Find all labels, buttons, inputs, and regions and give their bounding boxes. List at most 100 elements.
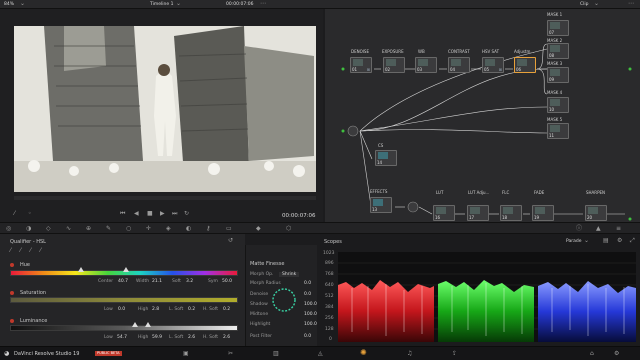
node-editor[interactable]: DENOISE 01 ⊞ EXPOSURE 02 WB 03 CONTRAST 0…	[325, 9, 640, 222]
node-mask-1[interactable]: 07	[547, 20, 569, 36]
reset-icon[interactable]: ↺	[228, 238, 233, 244]
timeline-name[interactable]: Timeline 1	[150, 2, 173, 7]
scrub-bar[interactable]	[14, 196, 316, 200]
gear-icon[interactable]: ⚙	[614, 351, 619, 357]
sat-lsoft-value[interactable]: 0.2	[188, 307, 195, 312]
info-icon[interactable]: ⓘ	[576, 226, 582, 232]
media-page-icon[interactable]: ▣	[183, 351, 189, 357]
matte-value[interactable]: 100.0	[304, 312, 317, 317]
skip-back-icon[interactable]: ⏮	[120, 211, 125, 217]
settings-icon[interactable]: ≡	[616, 226, 621, 232]
node-effects[interactable]: 13	[370, 197, 392, 213]
sat-hsoft-value[interactable]: 0.2	[223, 307, 230, 312]
options-icon[interactable]: ⋯	[260, 1, 266, 7]
stop-icon[interactable]: ■	[147, 211, 153, 217]
eyedropper-icon[interactable]: ⁄	[10, 248, 11, 254]
fusion-page-icon[interactable]: ◬	[318, 351, 323, 357]
tracker-icon[interactable]: ✛	[146, 226, 151, 232]
lum-handle-left[interactable]	[132, 322, 138, 327]
sizing-icon[interactable]: ▭	[226, 226, 232, 232]
key-icon[interactable]: ⚷	[206, 226, 210, 232]
hdr-icon[interactable]: ◇	[46, 226, 51, 232]
lum-handle-right[interactable]	[145, 322, 151, 327]
chevron-down-icon[interactable]: ⌄	[584, 238, 589, 244]
node-mask-5[interactable]: 11	[547, 123, 569, 139]
loop-icon[interactable]: ↻	[184, 211, 189, 217]
node-mask-2[interactable]: 08	[547, 43, 569, 59]
skip-forward-icon[interactable]: ⏭	[172, 211, 177, 217]
scope-mode-select[interactable]: Parade	[566, 239, 582, 244]
node-hsv-sat[interactable]: 05 ⊞	[482, 57, 504, 73]
edit-page-icon[interactable]: ▥	[273, 351, 279, 357]
node-exposure[interactable]: 02	[383, 57, 405, 73]
lum-low-value[interactable]: 54.7	[117, 335, 127, 340]
eyedropper-plus-icon[interactable]: ⁄	[30, 248, 31, 254]
qualifier-icon[interactable]: ✎	[106, 226, 111, 232]
play-reverse-icon[interactable]: ◀	[134, 211, 139, 217]
chevron-down-icon[interactable]: ⌄	[20, 1, 25, 7]
color-warper-icon[interactable]: ⊕	[86, 226, 91, 232]
node-lut-adjust[interactable]: 17	[467, 205, 489, 221]
diamond-icon[interactable]: ◆	[256, 226, 261, 232]
node-flc[interactable]: 18	[500, 205, 522, 221]
node-denoise[interactable]: 01 ⊞	[350, 57, 372, 73]
fairlight-page-icon[interactable]: ♫	[407, 351, 412, 357]
eyedropper-minus-icon[interactable]: ⁄	[20, 248, 21, 254]
home-icon[interactable]: ⌂	[590, 351, 594, 357]
lum-lsoft-value[interactable]: 2.6	[188, 335, 195, 340]
lum-high-value[interactable]: 59.9	[152, 335, 162, 340]
node-lut[interactable]: 16	[433, 205, 455, 221]
lum-hsoft-value[interactable]: 2.6	[223, 335, 230, 340]
expand-icon[interactable]: ⤢	[630, 238, 635, 244]
enable-toggle[interactable]	[10, 291, 14, 295]
saturation-slider[interactable]	[10, 297, 238, 303]
node-wb[interactable]: 03	[415, 57, 437, 73]
wand-icon[interactable]: ⁄	[14, 211, 15, 217]
pointer-icon[interactable]: ◦	[28, 211, 32, 217]
magic-mask-icon[interactable]: ◈	[166, 226, 171, 232]
chevron-down-icon[interactable]: ⌄	[594, 1, 599, 7]
matte-value[interactable]: 100.0	[304, 322, 317, 327]
3d-icon[interactable]: ⬡	[286, 226, 291, 232]
hue-sym-value[interactable]: 50.0	[222, 279, 232, 284]
window-icon[interactable]: ○	[126, 226, 131, 232]
cut-page-icon[interactable]: ✂	[228, 351, 233, 357]
hue-soft-value[interactable]: 3.2	[186, 279, 193, 284]
sat-low-value[interactable]: 0.0	[118, 307, 125, 312]
morph-op-select[interactable]: Shrink	[279, 272, 300, 277]
deliver-page-icon[interactable]: ⇪	[452, 351, 457, 357]
hue-width-value[interactable]: 21.1	[152, 279, 162, 284]
sat-high-value[interactable]: 2.8	[152, 307, 159, 312]
blur-icon[interactable]: ◐	[186, 226, 191, 232]
node-sharpen[interactable]: 20	[585, 205, 607, 221]
scope-layout-icon[interactable]: ▤	[603, 238, 609, 244]
luminance-slider[interactable]	[10, 325, 238, 331]
color-page-icon[interactable]: ✺	[360, 349, 367, 357]
matte-value[interactable]: 100.0	[304, 302, 317, 307]
gear-icon[interactable]: ⚙	[617, 238, 622, 244]
enable-toggle[interactable]	[10, 319, 14, 323]
hue-handle-right[interactable]	[123, 267, 129, 272]
node-adjustment[interactable]: 06	[514, 57, 536, 73]
node-mask-3[interactable]: 09	[547, 67, 569, 83]
node-mask-4[interactable]: 10	[547, 97, 569, 113]
zoom-level[interactable]: 84%	[4, 2, 14, 7]
matte-value[interactable]: 0.0	[304, 292, 311, 297]
options-icon[interactable]: ⋯	[628, 1, 634, 7]
hue-handle-left[interactable]	[78, 267, 84, 272]
hue-center-value[interactable]: 40.7	[118, 279, 128, 284]
matte-value[interactable]: 0.0	[304, 281, 311, 286]
wheels-icon[interactable]: ◎	[6, 226, 11, 232]
chevron-down-icon[interactable]: ⌄	[176, 1, 181, 7]
node-mode[interactable]: Clip	[580, 2, 589, 7]
play-icon[interactable]: ▶	[160, 211, 165, 217]
node-cs[interactable]: 14	[375, 150, 397, 166]
scopes-icon[interactable]: ▲	[596, 226, 601, 232]
node-fade[interactable]: 19	[532, 205, 554, 221]
enable-toggle[interactable]	[10, 263, 14, 267]
softness-icon[interactable]: ⁄	[40, 248, 41, 254]
node-contrast[interactable]: 04	[448, 57, 470, 73]
primaries-icon[interactable]: ◑	[26, 226, 31, 232]
matte-value[interactable]: 0.0	[304, 334, 311, 339]
curves-icon[interactable]: ∿	[66, 226, 71, 232]
